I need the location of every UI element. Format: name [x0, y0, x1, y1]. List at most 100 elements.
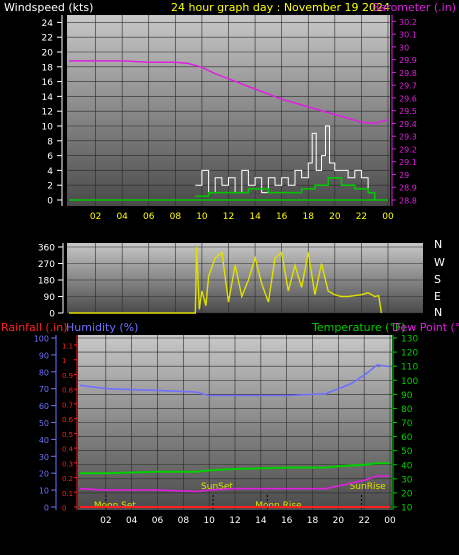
rainfall-tick-label: 0.6	[62, 416, 74, 424]
temperature-tick-label: 110	[401, 363, 418, 373]
temperature-tick-label: 70	[401, 419, 413, 429]
temperature-time-tick-label: 18	[307, 516, 319, 526]
temperature-tick-label: 100	[401, 377, 418, 387]
wind-time-tick-label: 00	[382, 212, 394, 222]
windspeed-tick-label: 12	[42, 108, 53, 118]
windspeed-tick-label: 2	[47, 182, 53, 192]
barometer-tick-label: 29.2	[399, 145, 417, 154]
direction-tick-label: 360	[38, 244, 55, 254]
humidity-tick-label: 80	[39, 368, 49, 377]
rainfall-axis-label: Rainfall (.in)	[1, 321, 68, 334]
rainfall-tick-label: 0.5	[62, 431, 73, 439]
wind-time-tick-label: 06	[143, 212, 155, 222]
windspeed-tick-label: 22	[42, 34, 53, 44]
rainfall-tick-label: 1.1	[62, 343, 73, 351]
direction-plot-area	[67, 243, 423, 313]
rainfall-tick-label: 0.2	[62, 475, 73, 483]
windspeed-tick-label: 10	[42, 123, 54, 133]
graph-title: 24 hour graph day : November 19 2024	[171, 1, 390, 14]
windspeed-tick-label: 8	[47, 137, 53, 147]
temperature-tick-label: 60	[401, 433, 413, 443]
rainfall-tick-label: 0.4	[62, 446, 74, 454]
wind-time-tick-label: 10	[196, 212, 208, 222]
barometer-tick-label: 29.4	[399, 120, 417, 129]
barometer-tick-label: 29.9	[399, 56, 417, 65]
wind-time-tick-label: 02	[90, 212, 101, 222]
humidity-tick-label: 60	[39, 402, 49, 411]
weather-graph: Windspeed (kts) 24 hour graph day : Nove…	[0, 0, 459, 555]
temperature-time-tick-label: 16	[281, 516, 293, 526]
barometer-tick-label: 29.7	[399, 82, 417, 91]
wind-time-tick-label: 04	[116, 212, 128, 222]
temperature-tick-label: 80	[401, 405, 413, 415]
temperature-tick-label: 50	[401, 447, 413, 457]
barometer-axis-label: Barometer (.in)	[372, 1, 456, 14]
barometer-tick-label: 29.1	[399, 158, 417, 167]
barometer-tick-label: 30.1	[399, 31, 417, 40]
windspeed-tick-label: 0	[47, 197, 53, 207]
temperature-time-tick-label: 20	[333, 516, 345, 526]
humidity-tick-label: 100	[34, 335, 49, 344]
humidity-tick-label: 40	[39, 436, 49, 445]
temperature-tick-label: 30	[401, 475, 413, 485]
temperature-time-tick-label: 04	[126, 516, 138, 526]
windspeed-tick-label: 6	[47, 152, 53, 162]
humidity-tick-label: 90	[39, 351, 49, 360]
temperature-time-tick-label: 14	[255, 516, 267, 526]
windspeed-tick-label: 18	[42, 63, 54, 73]
compass-label-n-top: N	[434, 238, 442, 251]
barometer-tick-label: 29.8	[399, 69, 417, 78]
rainfall-tick-label: 0.9	[62, 372, 73, 380]
temperature-time-tick-label: 00	[384, 516, 396, 526]
barometer-tick-label: 29.5	[399, 107, 417, 116]
barometer-tick-label: 28.8	[399, 197, 417, 206]
compass-label-e: E	[434, 290, 441, 303]
humidity-tick-label: 0	[44, 504, 49, 513]
temperature-panel: Moon SetSunSetMoon RiseSunRise 102030405…	[34, 335, 419, 527]
direction-tick-label: 270	[38, 260, 55, 270]
humidity-tick-label: 70	[39, 385, 49, 394]
compass-label-n-bottom: N	[434, 306, 442, 319]
barometer-tick-label: 29.3	[399, 133, 417, 142]
dewpoint-axis-label: Dew Point (°F)	[392, 321, 459, 334]
temperature-tick-label: 10	[401, 504, 413, 514]
rainfall-tick-label: 0.3	[62, 460, 73, 468]
windspeed-axis-label: Windspeed (kts)	[4, 1, 93, 14]
windspeed-tick-label: 4	[47, 167, 53, 177]
humidity-tick-label: 20	[39, 470, 49, 479]
barometer-tick-label: 30.2	[399, 18, 417, 27]
barometer-tick-label: 28.9	[399, 184, 417, 193]
wind-time-tick-label: 12	[223, 212, 234, 222]
direction-tick-label: 90	[44, 293, 56, 303]
temperature-tick-label: 40	[401, 461, 413, 471]
temperature-time-tick-label: 06	[152, 516, 164, 526]
barometer-tick-label: 30	[399, 43, 409, 52]
rainfall-tick-label: 0.8	[62, 387, 73, 395]
barometer-tick-label: 29	[399, 171, 409, 180]
windspeed-tick-label: 16	[42, 78, 54, 88]
temperature-time-tick-label: 22	[358, 516, 369, 526]
wind-time-tick-label: 16	[276, 212, 288, 222]
rainfall-tick-label: 0	[62, 505, 66, 513]
humidity-tick-label: 30	[39, 453, 49, 462]
temperature-time-tick-label: 08	[178, 516, 190, 526]
temperature-tick-label: 120	[401, 349, 418, 359]
wind-time-tick-label: 08	[170, 212, 182, 222]
humidity-tick-label: 50	[39, 419, 49, 428]
barometer-tick-label: 29.6	[399, 94, 417, 103]
windspeed-tick-label: 14	[42, 93, 54, 103]
humidity-axis-label: Humidity (%)	[66, 321, 138, 334]
windspeed-tick-label: 20	[42, 49, 54, 59]
direction-tick-label: 180	[38, 277, 55, 287]
temperature-time-tick-label: 10	[203, 516, 215, 526]
wind-time-tick-label: 18	[303, 212, 315, 222]
rainfall-tick-label: 1	[62, 357, 66, 365]
temperature-tick-label: 130	[401, 335, 418, 345]
temperature-tick-label: 90	[401, 391, 413, 401]
compass-label-s: S	[434, 273, 441, 286]
compass-label-w: W	[434, 256, 445, 269]
temperature-time-tick-label: 12	[229, 516, 240, 526]
humidity-tick-label: 10	[39, 487, 49, 496]
direction-panel: 0 90 180 270 360 N W S E N	[38, 238, 445, 320]
wind-panel: 02468101214161820222428.828.92929.129.22…	[42, 15, 417, 222]
